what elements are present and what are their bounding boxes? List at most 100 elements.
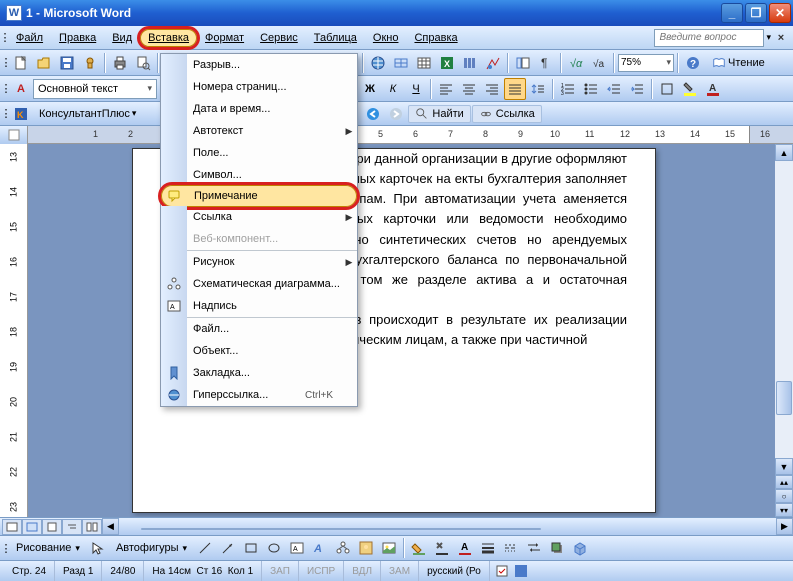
arrow-button[interactable] bbox=[217, 537, 239, 559]
bold-button[interactable]: Ж bbox=[359, 78, 381, 100]
text-color-button[interactable]: A bbox=[454, 537, 476, 559]
menu-item-file[interactable]: Файл... bbox=[161, 318, 357, 340]
rectangle-button[interactable] bbox=[240, 537, 262, 559]
menu-edit[interactable]: Правка bbox=[51, 29, 104, 47]
align-left-button[interactable] bbox=[435, 78, 457, 100]
menu-item-page-numbers[interactable]: Номера страниц... bbox=[161, 76, 357, 98]
numbering-button[interactable]: 123 bbox=[557, 78, 579, 100]
print-preview-button[interactable] bbox=[132, 52, 154, 74]
maximize-button[interactable]: ❐ bbox=[745, 3, 767, 23]
show-marks-button[interactable]: ¶ bbox=[535, 52, 557, 74]
3d-style-button[interactable] bbox=[569, 537, 591, 559]
underline-button[interactable]: Ч bbox=[405, 78, 427, 100]
forward-button[interactable] bbox=[385, 103, 407, 125]
hyperlink-toolbar-button[interactable] bbox=[367, 52, 389, 74]
status-zam[interactable]: ЗАМ bbox=[381, 561, 419, 581]
status-ispr[interactable]: ИСПР bbox=[299, 561, 344, 581]
menu-item-reference[interactable]: Ссылка▶ bbox=[161, 206, 357, 228]
picture-button[interactable] bbox=[378, 537, 400, 559]
menu-item-comment[interactable]: Примечание bbox=[161, 185, 357, 207]
minimize-button[interactable]: _ bbox=[721, 3, 743, 23]
menu-item-field[interactable]: Поле... bbox=[161, 142, 357, 164]
save-button[interactable] bbox=[56, 52, 78, 74]
menu-item-break[interactable]: Разрыв... bbox=[161, 54, 357, 76]
menu-format[interactable]: Формат bbox=[197, 29, 252, 47]
menu-item-date-time[interactable]: Дата и время... bbox=[161, 98, 357, 120]
outline-view-button[interactable] bbox=[62, 519, 82, 535]
insert-table-button[interactable] bbox=[413, 52, 435, 74]
print-button[interactable] bbox=[109, 52, 131, 74]
next-page-button[interactable]: ▾▾ bbox=[775, 503, 793, 517]
document-area[interactable]: утри данной организации в другие оформля… bbox=[28, 144, 775, 517]
print-layout-button[interactable] bbox=[42, 519, 62, 535]
tables-borders-button[interactable] bbox=[390, 52, 412, 74]
link-button[interactable]: Ссылка bbox=[472, 105, 542, 123]
doc-close-button[interactable]: × bbox=[773, 30, 789, 46]
new-doc-button[interactable] bbox=[10, 52, 32, 74]
konsultant-combo[interactable]: КонсультантПлюс bbox=[33, 105, 142, 123]
italic-button[interactable]: К bbox=[382, 78, 404, 100]
equation-button[interactable]: √a bbox=[588, 52, 610, 74]
highlight-button[interactable] bbox=[679, 78, 701, 100]
browse-object-button[interactable]: ○ bbox=[775, 489, 793, 503]
permission-button[interactable] bbox=[79, 52, 101, 74]
menu-item-picture[interactable]: Рисунок▶ bbox=[161, 251, 357, 273]
h-scroll-thumb[interactable] bbox=[141, 528, 541, 530]
normal-view-button[interactable] bbox=[2, 519, 22, 535]
font-color-button[interactable]: A bbox=[702, 78, 724, 100]
menu-item-autotext[interactable]: Автотекст▶ bbox=[161, 120, 357, 142]
prev-page-button[interactable]: ▴▴ bbox=[775, 475, 793, 489]
horizontal-ruler[interactable]: 1 2 1 1 2 3 4 5 6 7 8 9 10 11 12 13 14 1… bbox=[0, 126, 793, 144]
menu-table[interactable]: Таблица bbox=[306, 29, 365, 47]
menu-window[interactable]: Окно bbox=[365, 29, 407, 47]
scroll-right-button[interactable]: ▶ bbox=[776, 518, 793, 535]
borders-button[interactable] bbox=[656, 78, 678, 100]
clipart-button[interactable] bbox=[355, 537, 377, 559]
status-zap[interactable]: ЗАП bbox=[262, 561, 299, 581]
menu-item-hyperlink[interactable]: Гиперссылка...Ctrl+K bbox=[161, 384, 357, 406]
line-spacing-button[interactable] bbox=[527, 78, 549, 100]
scroll-down-button[interactable]: ▼ bbox=[775, 458, 793, 475]
help-search-input[interactable] bbox=[654, 29, 764, 47]
menu-view[interactable]: Вид bbox=[104, 29, 140, 47]
menu-file[interactable]: Файл bbox=[8, 29, 51, 47]
textbox-button[interactable]: A bbox=[286, 537, 308, 559]
wordart-button[interactable]: A bbox=[309, 537, 331, 559]
spelling-status-icon[interactable] bbox=[496, 564, 510, 578]
equation-alpha-button[interactable]: √α bbox=[565, 52, 587, 74]
decrease-indent-button[interactable] bbox=[603, 78, 625, 100]
menu-item-bookmark[interactable]: Закладка... bbox=[161, 362, 357, 384]
scroll-left-button[interactable]: ◀ bbox=[102, 518, 119, 535]
reading-layout-button[interactable] bbox=[82, 519, 102, 535]
open-button[interactable] bbox=[33, 52, 55, 74]
find-button[interactable]: Найти bbox=[408, 105, 470, 123]
read-mode-button[interactable]: Чтение bbox=[705, 53, 772, 73]
menu-item-diagram[interactable]: Схематическая диаграмма... bbox=[161, 273, 357, 295]
drawing-toolbar-button[interactable] bbox=[482, 52, 504, 74]
menu-item-textbox[interactable]: AНадпись bbox=[161, 295, 357, 317]
menu-tools[interactable]: Сервис bbox=[252, 29, 306, 47]
increase-indent-button[interactable] bbox=[626, 78, 648, 100]
menu-insert[interactable]: Вставка bbox=[140, 29, 197, 47]
align-center-button[interactable] bbox=[458, 78, 480, 100]
line-button[interactable] bbox=[194, 537, 216, 559]
dash-style-button[interactable] bbox=[500, 537, 522, 559]
draw-menu[interactable]: Рисование bbox=[10, 538, 86, 558]
menu-item-symbol[interactable]: Символ... bbox=[161, 164, 357, 186]
status-vdl[interactable]: ВДЛ bbox=[344, 561, 381, 581]
diagram-button[interactable] bbox=[332, 537, 354, 559]
zoom-combo[interactable]: 75% bbox=[618, 54, 674, 72]
scroll-up-button[interactable]: ▲ bbox=[775, 144, 793, 161]
menu-help[interactable]: Справка bbox=[406, 29, 465, 47]
help-button[interactable]: ? bbox=[682, 52, 704, 74]
scroll-thumb[interactable] bbox=[776, 381, 792, 415]
fill-color-button[interactable] bbox=[408, 537, 430, 559]
vertical-scrollbar[interactable]: ▲ ▼ ▴▴ ○ ▾▾ bbox=[775, 144, 793, 517]
oval-button[interactable] bbox=[263, 537, 285, 559]
select-objects-button[interactable] bbox=[87, 537, 109, 559]
autoshapes-menu[interactable]: Автофигуры bbox=[110, 538, 193, 558]
doc-map-button[interactable] bbox=[512, 52, 534, 74]
web-layout-button[interactable] bbox=[22, 519, 42, 535]
close-button[interactable]: ✕ bbox=[769, 3, 791, 23]
align-right-button[interactable] bbox=[481, 78, 503, 100]
